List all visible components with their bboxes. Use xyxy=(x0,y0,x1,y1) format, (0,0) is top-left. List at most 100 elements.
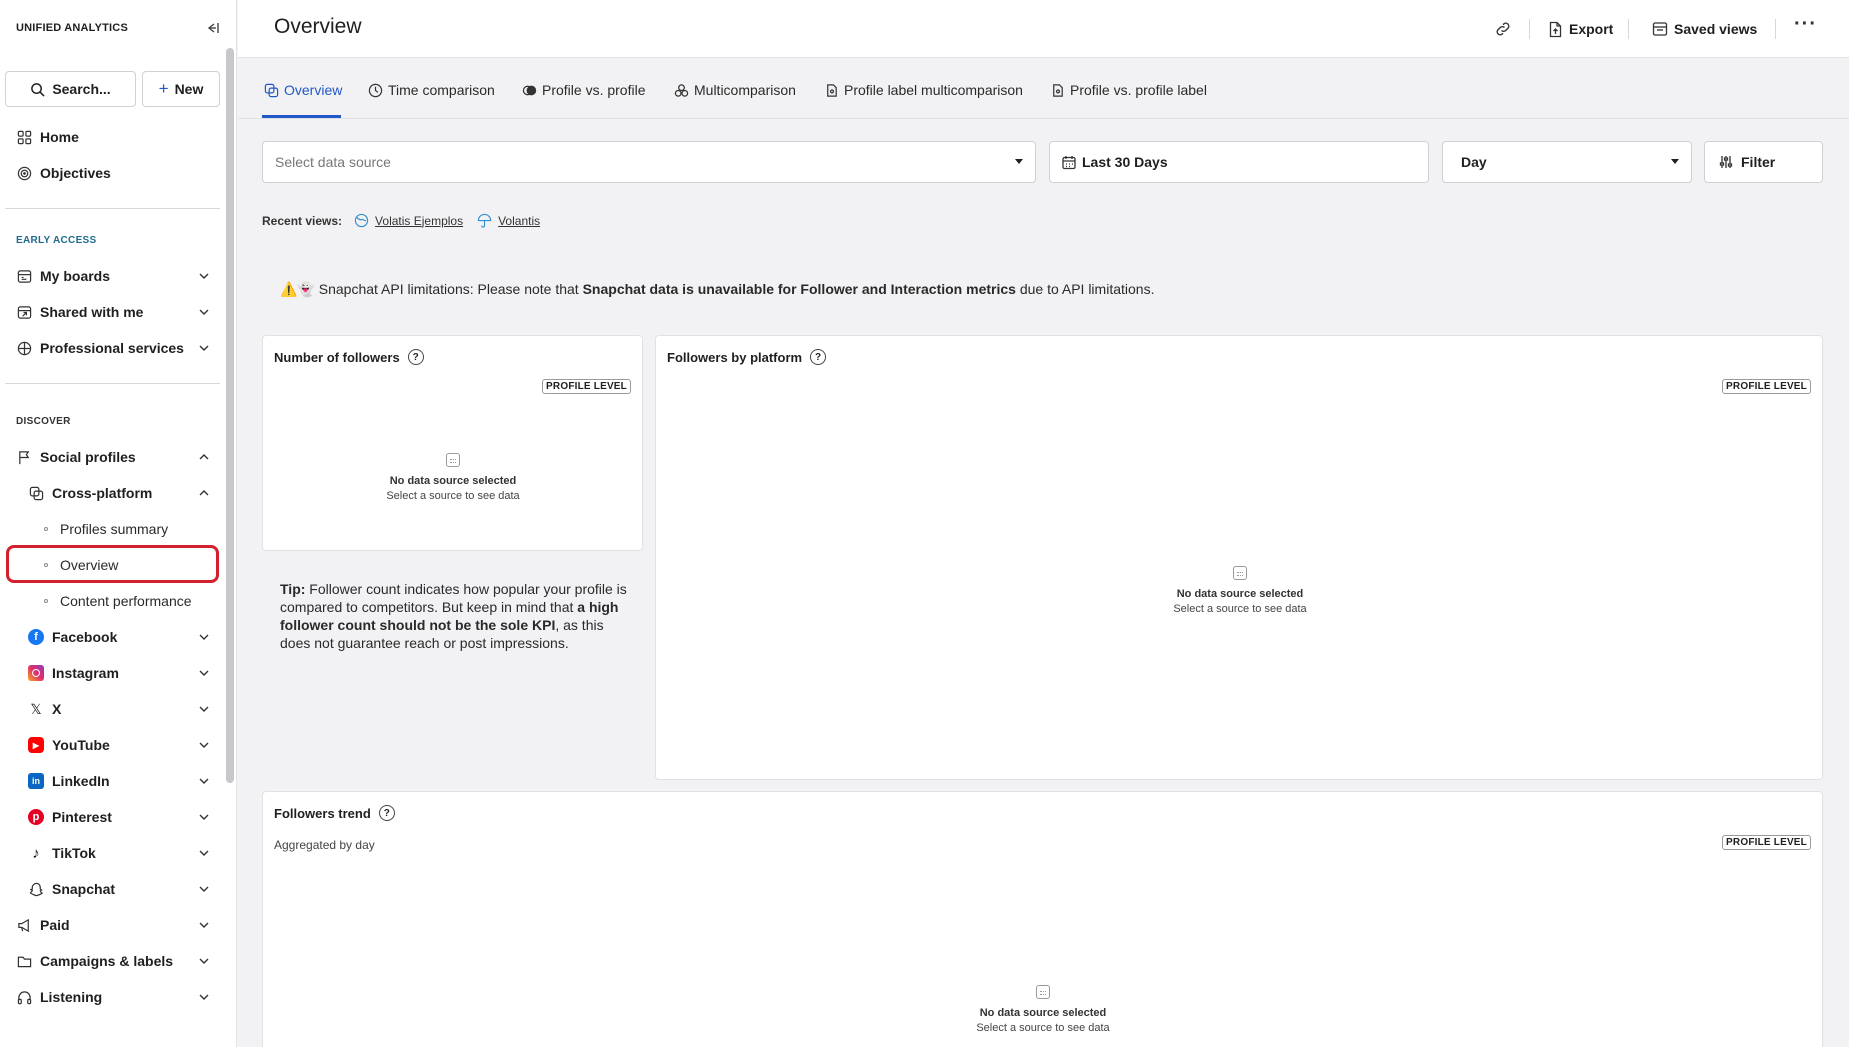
sidebar-divider xyxy=(5,383,220,384)
help-icon[interactable]: ? xyxy=(407,349,424,365)
export-button[interactable]: Export xyxy=(1548,18,1613,40)
sidebar-item-content-performance[interactable]: Content performance xyxy=(44,589,192,613)
notice-bold-text: Snapchat data is unavailable for Followe… xyxy=(582,281,1016,297)
sidebar-item-overview[interactable]: Overview xyxy=(44,553,118,577)
card-title-text: Followers trend xyxy=(274,805,371,821)
tab-label: Profile vs. profile xyxy=(542,82,646,98)
view-tabs: Overview Time comparison Profile vs. pro… xyxy=(238,59,1849,119)
sidebar-item-campaigns-labels[interactable]: Campaigns & labels xyxy=(16,949,216,973)
sidebar-item-snapchat[interactable]: Snapchat xyxy=(28,877,216,901)
recent-view-link[interactable]: Volatis Ejemplos xyxy=(354,213,463,228)
clock-icon xyxy=(368,83,383,97)
chevron-down-icon xyxy=(199,994,209,1000)
sidebar-scrollbar[interactable] xyxy=(226,48,234,783)
sidebar-item-home[interactable]: Home xyxy=(16,125,216,149)
export-file-icon xyxy=(1549,21,1562,37)
saved-views-button[interactable]: Saved views xyxy=(1652,18,1757,40)
sidebar: UNIFIED ANALYTICS Search... + New Home O… xyxy=(0,0,237,1047)
sidebar-item-label: TikTok xyxy=(52,845,96,861)
empty-state-subtitle: Select a source to see data xyxy=(976,1022,1110,1034)
tab-profile-vs-profile[interactable]: Profile vs. profile xyxy=(522,79,645,101)
filter-button[interactable]: Filter xyxy=(1704,141,1823,183)
sidebar-item-pinterest[interactable]: p Pinterest xyxy=(28,805,216,829)
sidebar-item-label: Facebook xyxy=(52,629,118,645)
tiktok-icon: ♪ xyxy=(32,844,40,862)
date-range-select[interactable]: Last 30 Days xyxy=(1049,141,1429,183)
cross-platform-icon xyxy=(28,485,44,501)
caret-down-icon xyxy=(1671,159,1679,164)
card-title-text: Number of followers xyxy=(274,349,400,365)
header-separator xyxy=(1529,19,1530,39)
data-source-select[interactable]: Select data source xyxy=(262,141,1036,183)
sidebar-item-my-boards[interactable]: My boards xyxy=(16,264,216,288)
tab-multicomparison[interactable]: Multicomparison xyxy=(674,79,796,101)
filter-label: Filter xyxy=(1741,154,1776,170)
plus-icon: + xyxy=(158,79,169,98)
no-data-icon xyxy=(1233,566,1247,580)
recent-view-link[interactable]: Volantis xyxy=(477,213,540,228)
no-data-icon xyxy=(446,453,460,467)
headphones-icon xyxy=(16,989,32,1005)
followers-trend-card: Followers trend ? Aggregated by day PROF… xyxy=(262,791,1823,1047)
sidebar-item-paid[interactable]: Paid xyxy=(16,913,216,937)
cross-platform-icon xyxy=(264,83,279,97)
sidebar-item-linkedin[interactable]: in LinkedIn xyxy=(28,769,216,793)
x-logo-icon: 𝕏 xyxy=(30,700,42,717)
sidebar-item-youtube[interactable]: ▶ YouTube xyxy=(28,733,216,757)
sidebar-item-social-profiles[interactable]: Social profiles xyxy=(16,445,216,469)
header-separator xyxy=(1775,19,1776,39)
chevron-up-icon xyxy=(199,490,209,496)
pinterest-icon: p xyxy=(28,809,44,825)
megaphone-icon xyxy=(16,917,32,933)
sidebar-item-label: X xyxy=(52,701,62,717)
chevron-down-icon xyxy=(199,706,209,712)
export-label: Export xyxy=(1569,21,1614,37)
discover-label: DISCOVER xyxy=(16,416,71,427)
label-icon xyxy=(827,83,837,97)
sidebar-item-objectives[interactable]: Objectives xyxy=(16,161,216,185)
search-button[interactable]: Search... xyxy=(5,71,136,107)
sidebar-item-label: Home xyxy=(40,129,79,145)
sidebar-item-listening[interactable]: Listening xyxy=(16,985,216,1009)
tab-profile-label-multicomparison[interactable]: Profile label multicomparison xyxy=(824,79,1023,101)
chevron-up-icon xyxy=(199,454,209,460)
followers-by-platform-card: Followers by platform ? PROFILE LEVEL No… xyxy=(655,335,1823,780)
filter-sliders-icon xyxy=(1719,156,1733,168)
new-button[interactable]: + New xyxy=(142,71,220,107)
tab-overview[interactable]: Overview xyxy=(264,79,342,101)
chevron-down-icon xyxy=(199,273,209,279)
snapchat-icon xyxy=(28,881,44,897)
sidebar-item-label: Snapchat xyxy=(52,881,116,897)
multicomparison-icon xyxy=(674,83,689,97)
sidebar-divider xyxy=(5,208,220,209)
tab-time-comparison[interactable]: Time comparison xyxy=(368,79,495,101)
brand-title: UNIFIED ANALYTICS xyxy=(16,22,128,34)
more-options-icon[interactable]: ··· xyxy=(1794,13,1817,36)
tab-label: Multicomparison xyxy=(694,82,796,98)
empty-state-title: No data source selected xyxy=(1176,588,1304,600)
collapse-sidebar-icon[interactable] xyxy=(204,19,222,37)
sidebar-item-instagram[interactable]: Instagram xyxy=(28,661,216,685)
sidebar-item-profiles-summary[interactable]: Profiles summary xyxy=(44,517,168,541)
profile-level-badge: PROFILE LEVEL xyxy=(542,379,631,394)
sidebar-item-tiktok[interactable]: ♪ TikTok xyxy=(28,841,216,865)
tab-profile-vs-profile-label[interactable]: Profile vs. profile label xyxy=(1050,79,1207,101)
help-icon[interactable]: ? xyxy=(378,805,395,821)
page-title: Overview xyxy=(274,15,362,38)
help-icon[interactable]: ? xyxy=(810,349,827,365)
sidebar-item-x[interactable]: 𝕏 X xyxy=(28,697,216,721)
chevron-down-icon xyxy=(199,778,209,784)
sidebar-item-shared-with-me[interactable]: Shared with me xyxy=(16,300,216,324)
sidebar-item-cross-platform[interactable]: Cross-platform xyxy=(28,481,216,505)
granularity-select[interactable]: Day xyxy=(1442,141,1692,183)
link-icon[interactable] xyxy=(1494,20,1512,38)
card-title: Number of followers ? xyxy=(274,349,424,365)
calendar-icon xyxy=(1062,155,1076,169)
sidebar-item-facebook[interactable]: f Facebook xyxy=(28,625,216,649)
sidebar-item-professional-services[interactable]: Professional services xyxy=(16,336,216,360)
chevron-down-icon xyxy=(199,742,209,748)
active-tab-indicator xyxy=(262,115,341,118)
new-label: New xyxy=(174,81,204,97)
shared-icon xyxy=(16,304,32,320)
bullet-icon xyxy=(44,527,48,531)
